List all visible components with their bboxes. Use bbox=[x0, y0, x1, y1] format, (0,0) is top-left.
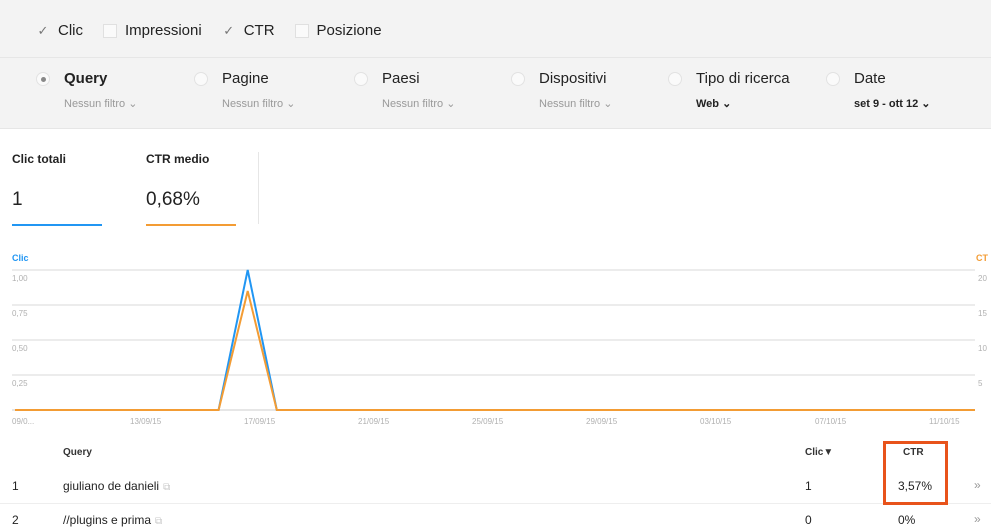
x-tick-label: 21/09/15 bbox=[358, 417, 390, 426]
row-clic: 1 bbox=[805, 479, 812, 493]
y-tick-label-right: 5 bbox=[978, 379, 983, 388]
dimension-filter[interactable]: Nessun filtro ⌄ bbox=[222, 97, 295, 110]
check-icon: ✓ bbox=[223, 22, 235, 38]
row-query: giuliano de danieli ⧉ bbox=[63, 479, 171, 493]
dimension-name: Dispositivi bbox=[539, 70, 607, 87]
y-tick-label-right: 20 bbox=[978, 274, 987, 283]
radio-icon bbox=[826, 72, 840, 86]
total-underline bbox=[146, 224, 236, 226]
column-header-query[interactable]: Query bbox=[63, 447, 92, 458]
y-tick-label-right: 10 bbox=[978, 344, 987, 353]
checkbox-empty-icon bbox=[103, 23, 117, 38]
radio-icon bbox=[668, 72, 682, 86]
dimension-name: Query bbox=[64, 70, 108, 87]
row-clic: 0 bbox=[805, 513, 812, 527]
y-tick-label-right: 15 bbox=[978, 309, 987, 318]
radio-icon bbox=[511, 72, 525, 86]
y-tick-label-left: 0,50 bbox=[12, 344, 28, 353]
total-label: Clic totali bbox=[12, 152, 67, 166]
y-tick-label-left: 0,75 bbox=[12, 309, 28, 318]
row-divider bbox=[0, 503, 991, 504]
metric-clic[interactable]: ✓ Clic bbox=[36, 22, 83, 39]
metric-label: Impressioni bbox=[125, 22, 202, 39]
column-header-clic[interactable]: Clic▼ bbox=[805, 447, 833, 458]
radio-selected-icon bbox=[36, 72, 50, 86]
x-tick-label: 13/09/15 bbox=[130, 417, 162, 426]
dimension-filter[interactable]: Nessun filtro ⌄ bbox=[64, 97, 137, 110]
total-ctr[interactable]: CTR medio 0,68% bbox=[146, 152, 236, 226]
row-number: 2 bbox=[12, 513, 19, 527]
metric-row: ✓ Clic Impressioni ✓ CTR Posizione bbox=[36, 22, 402, 39]
totals-divider bbox=[258, 152, 259, 224]
total-underline bbox=[12, 224, 102, 226]
checkbox-empty-icon bbox=[294, 23, 309, 38]
x-tick-label: 29/09/15 bbox=[586, 417, 618, 426]
metric-bar: ✓ Clic Impressioni ✓ CTR Posizione bbox=[0, 0, 991, 57]
dimension-name: Pagine bbox=[222, 70, 269, 87]
x-tick-label: 03/10/15 bbox=[700, 417, 732, 426]
x-tick-label: 25/09/15 bbox=[472, 417, 504, 426]
dimension-bar: Query Nessun filtro ⌄ Pagine Nessun filt… bbox=[0, 57, 991, 129]
external-link-icon[interactable]: ⧉ bbox=[163, 482, 170, 493]
metric-impressioni[interactable]: Impressioni bbox=[103, 22, 202, 39]
row-query: //plugins e prima ⧉ bbox=[63, 513, 163, 527]
metric-label: Posizione bbox=[316, 22, 382, 39]
dimension-filter[interactable]: Nessun filtro ⌄ bbox=[539, 97, 612, 110]
dimension-name: Date bbox=[854, 70, 886, 87]
metric-ctr[interactable]: ✓ CTR bbox=[222, 22, 275, 39]
dimension-name: Paesi bbox=[382, 70, 420, 87]
total-clic[interactable]: Clic totali 1 bbox=[12, 152, 102, 226]
row-number: 1 bbox=[12, 479, 19, 493]
dimension-filter[interactable]: Nessun filtro ⌄ bbox=[382, 97, 455, 110]
left-axis-title: Clic bbox=[12, 253, 29, 263]
dimension-name: Tipo di ricerca bbox=[696, 70, 790, 87]
row-ctr: 0% bbox=[898, 513, 916, 527]
dimension-filter[interactable]: set 9 - ott 12 ⌄ bbox=[854, 97, 930, 110]
x-tick-label: 11/10/15 bbox=[929, 417, 960, 426]
total-value: 1 bbox=[12, 189, 23, 210]
x-tick-label: 07/10/15 bbox=[815, 417, 847, 426]
total-label: CTR medio bbox=[146, 152, 210, 166]
dimension-filter[interactable]: Web ⌄ bbox=[696, 97, 731, 110]
metric-label: CTR bbox=[243, 22, 275, 39]
series-line-ctr bbox=[15, 290, 975, 411]
y-tick-label-left: 1,00 bbox=[12, 274, 28, 283]
row-details-icon[interactable]: » bbox=[974, 512, 981, 526]
ctr-highlight-box bbox=[883, 441, 948, 505]
external-link-icon[interactable]: ⧉ bbox=[155, 516, 162, 527]
x-tick-label: 17/09/15 bbox=[244, 417, 276, 426]
total-value: 0,68% bbox=[146, 189, 200, 210]
radio-icon bbox=[194, 72, 208, 86]
metric-label: Clic bbox=[58, 22, 83, 39]
performance-chart: 1,00 20 0,75 15 0,50 10 0,25 5 09/0... 13/09/15 17… bbox=[12, 269, 987, 426]
x-tick-label: 09/0... bbox=[12, 417, 34, 426]
radio-icon bbox=[354, 72, 368, 86]
right-axis-title: CT bbox=[976, 253, 988, 263]
check-icon: ✓ bbox=[37, 22, 49, 38]
y-tick-label-left: 0,25 bbox=[12, 379, 28, 388]
row-details-icon[interactable]: » bbox=[974, 478, 981, 492]
metric-posizione[interactable]: Posizione bbox=[294, 22, 382, 39]
